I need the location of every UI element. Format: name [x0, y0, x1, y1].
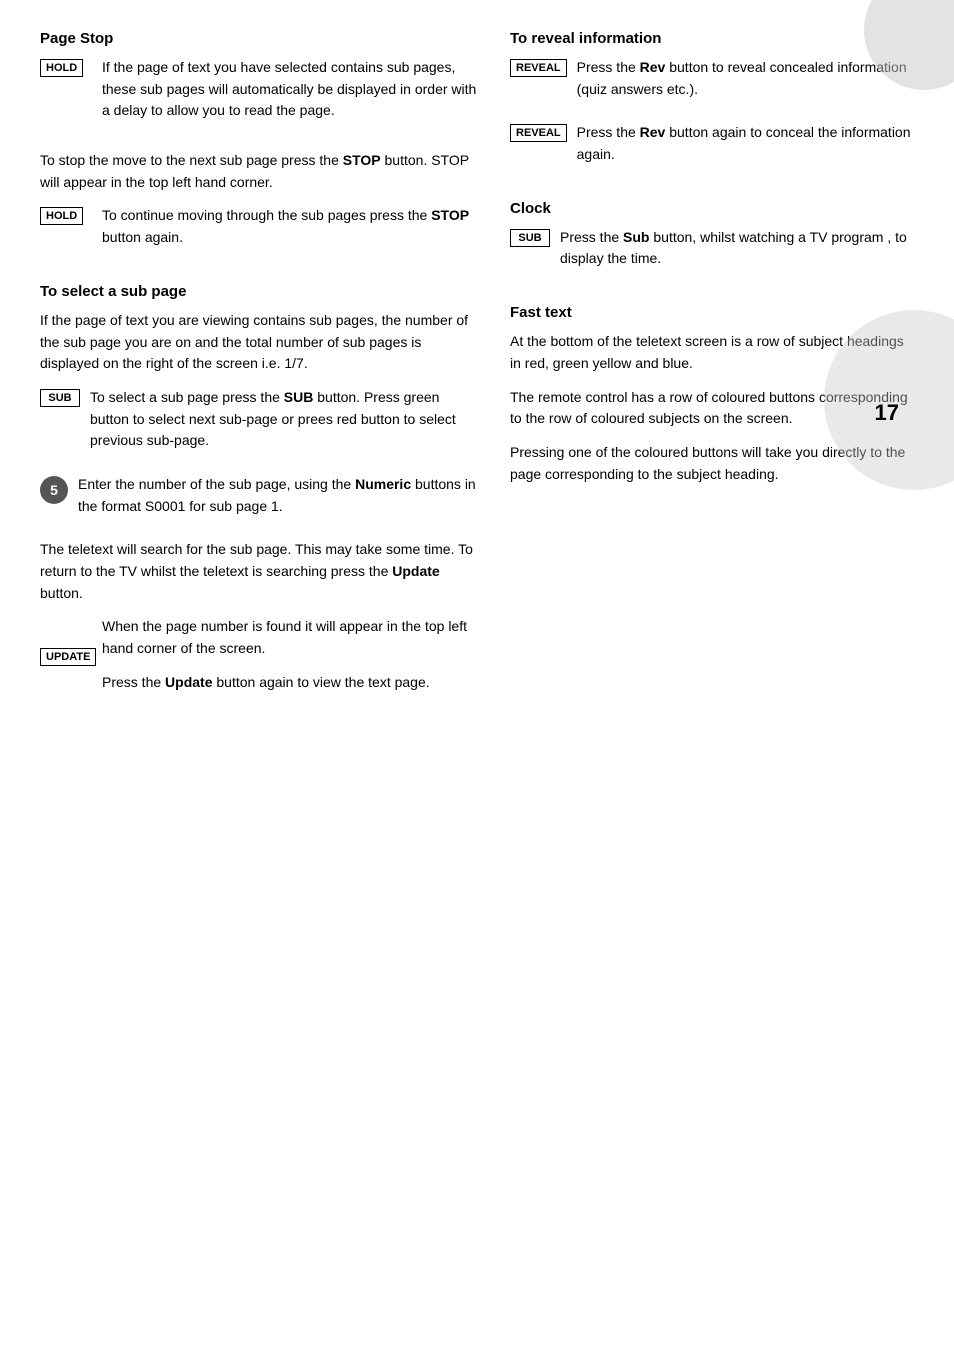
page-stop-section: Page Stop HOLD If the page of text you h…	[40, 30, 480, 261]
reveal-para1: Press the Rev button to reveal concealed…	[577, 57, 914, 100]
left-column: Page Stop HOLD If the page of text you h…	[40, 30, 480, 727]
reveal-icon-1: REVEAL	[510, 59, 567, 77]
hold-icon-1: HOLD	[40, 59, 83, 77]
sub-icon-row: SUB To select a sub page press the SUB b…	[40, 387, 480, 464]
hold-icon-col-1: HOLD	[40, 57, 90, 134]
page-stop-para2: To stop the move to the next sub page pr…	[40, 150, 480, 193]
hold-section-1: HOLD If the page of text you have select…	[40, 57, 480, 134]
clock-sub-row: SUB Press the Sub button, whilst watchin…	[510, 227, 914, 282]
sub-icon: SUB	[40, 389, 80, 407]
page-stop-para2-block: To stop the move to the next sub page pr…	[40, 150, 480, 193]
reveal-icon-row-1: REVEAL Press the Rev button to reveal co…	[510, 57, 914, 112]
page-container: 17 Page Stop HOLD If the page of text yo…	[0, 0, 954, 1349]
page-stop-para1: If the page of text you have selected co…	[102, 57, 480, 122]
reveal-icon-2: REVEAL	[510, 124, 567, 142]
hold-icon-col-2: HOLD	[40, 205, 90, 260]
page-stop-title: Page Stop	[40, 30, 480, 47]
select-sub-para4: The teletext will search for the sub pag…	[40, 539, 480, 604]
clock-title: Clock	[510, 200, 914, 217]
select-sub-para5: When the page number is found it will ap…	[102, 616, 480, 659]
num-icon-row: 5 Enter the number of the sub page, usin…	[40, 474, 480, 529]
page-stop-para3: To continue moving through the sub pages…	[102, 205, 480, 248]
select-sub-page-section: To select a sub page If the page of text…	[40, 283, 480, 706]
select-sub-page-para1: If the page of text you are viewing cont…	[40, 310, 480, 375]
select-sub-para3: Enter the number of the sub page, using …	[78, 474, 480, 517]
reveal-info-section: To reveal information REVEAL Press the R…	[510, 30, 914, 178]
hold-text-1: If the page of text you have selected co…	[102, 57, 480, 134]
number-5-icon: 5	[40, 476, 68, 504]
fast-text-title: Fast text	[510, 304, 914, 321]
update-icon: UPDATE	[40, 648, 96, 666]
clock-sub-icon: SUB	[510, 229, 550, 247]
select-sub-page-title: To select a sub page	[40, 283, 480, 300]
clock-section: Clock SUB Press the Sub button, whilst w…	[510, 200, 914, 282]
reveal-icon-row-2: REVEAL Press the Rev button again to con…	[510, 122, 914, 177]
select-sub-para6: Press the Update button again to view th…	[102, 672, 480, 694]
clock-para1: Press the Sub button, whilst watching a …	[560, 227, 914, 270]
two-column-layout: Page Stop HOLD If the page of text you h…	[40, 30, 914, 727]
page-number: 17	[875, 400, 899, 426]
reveal-para2: Press the Rev button again to conceal th…	[577, 122, 914, 165]
hold-text-2: To continue moving through the sub pages…	[102, 205, 480, 260]
hold-icon-2: HOLD	[40, 207, 83, 225]
update-icon-col: UPDATE	[40, 616, 90, 705]
update-section: UPDATE When the page number is found it …	[40, 616, 480, 705]
hold-section-2: HOLD To continue moving through the sub …	[40, 205, 480, 260]
select-sub-para2: To select a sub page press the SUB butto…	[90, 387, 480, 452]
update-text-col: When the page number is found it will ap…	[102, 616, 480, 705]
reveal-info-title: To reveal information	[510, 30, 914, 47]
